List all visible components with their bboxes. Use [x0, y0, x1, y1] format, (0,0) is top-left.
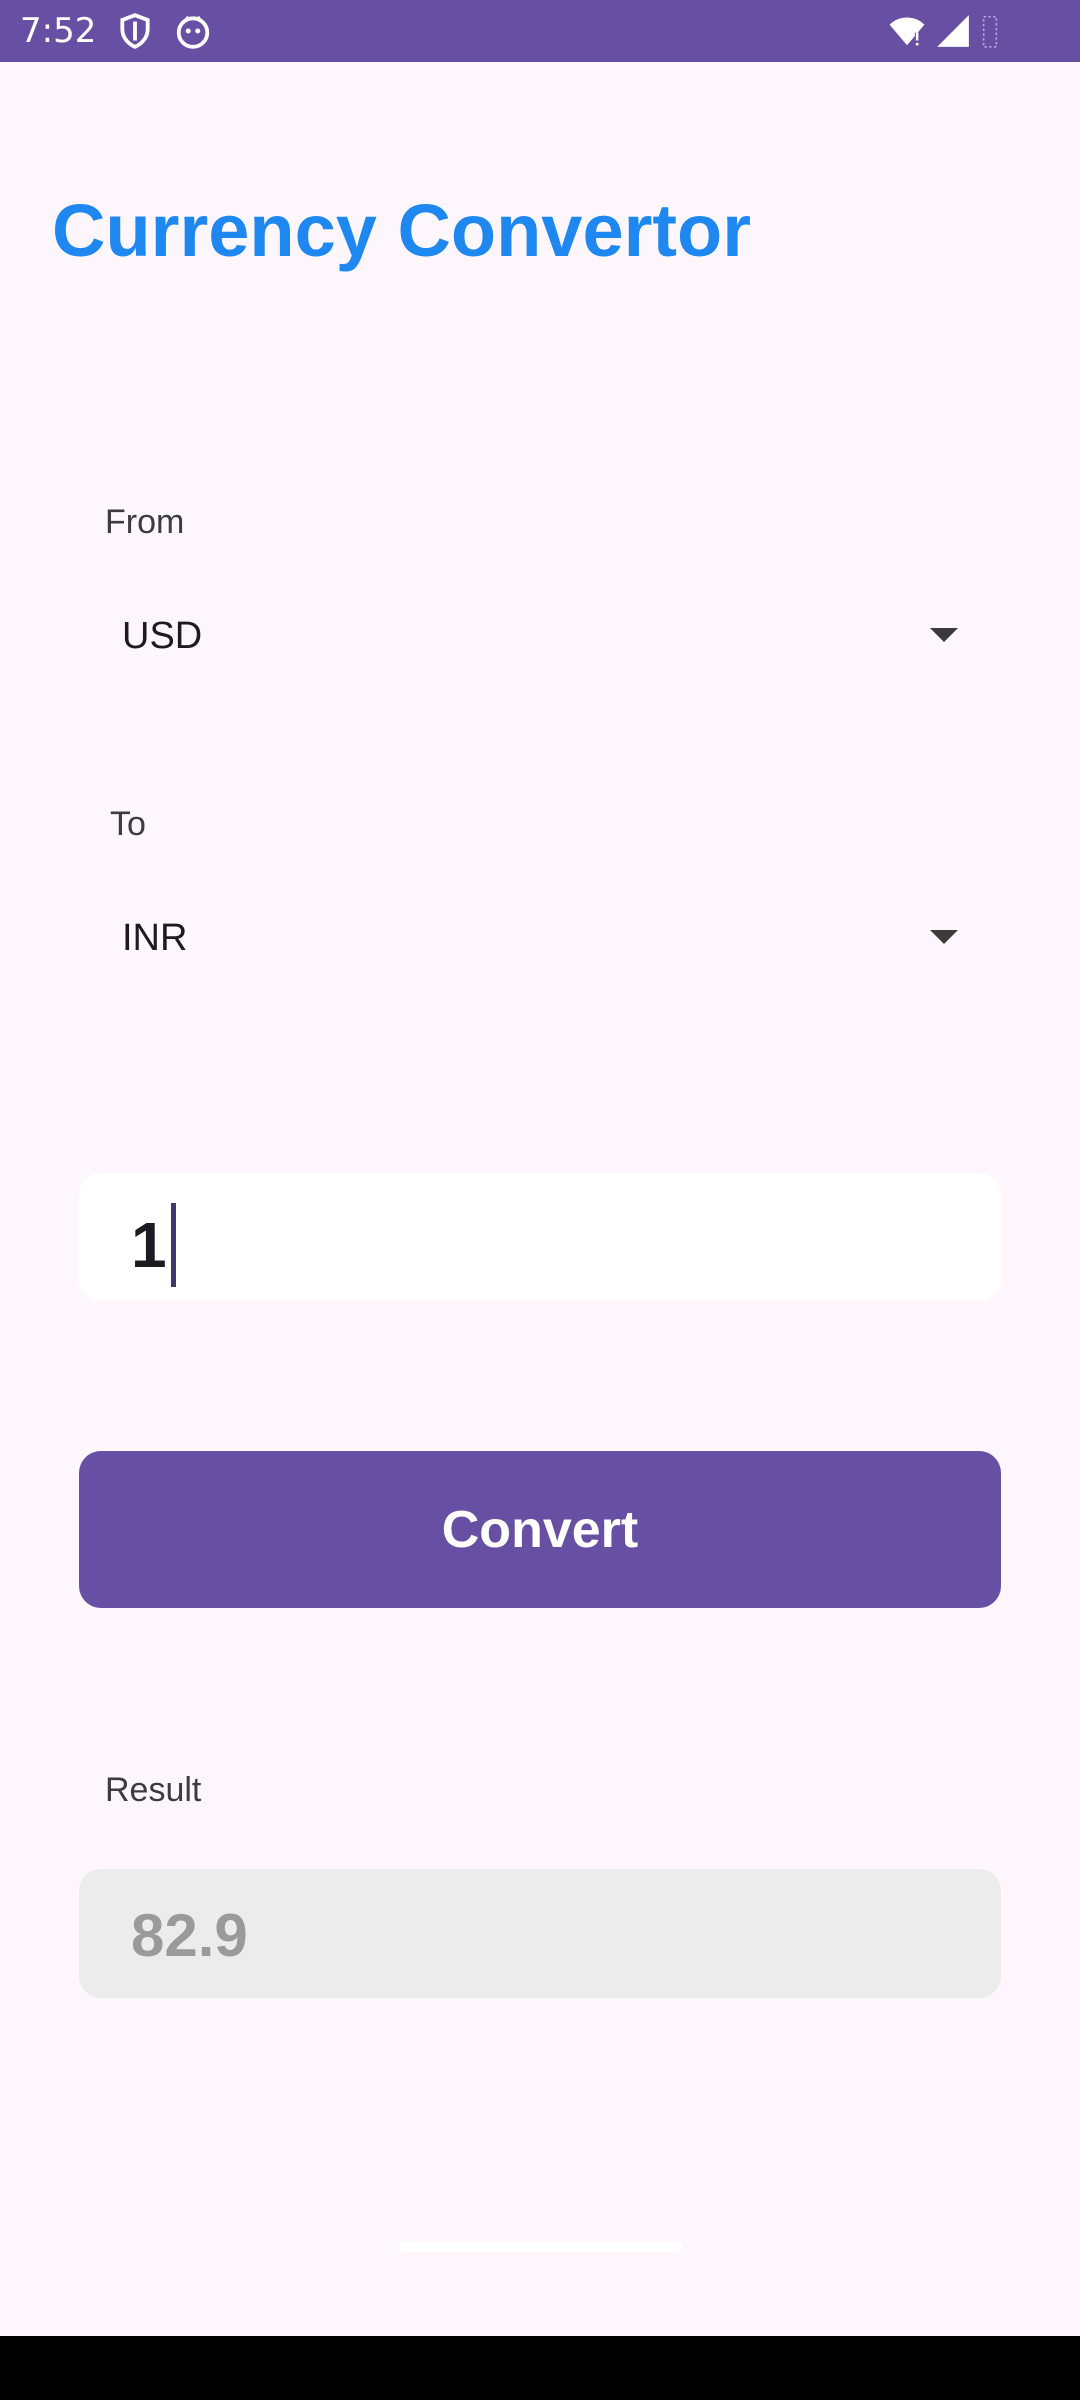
convert-button[interactable]: Convert: [79, 1451, 1001, 1608]
amount-value: 1: [131, 1209, 167, 1281]
from-currency-dropdown[interactable]: USD: [104, 592, 984, 682]
to-currency-dropdown[interactable]: INR: [104, 894, 984, 984]
face-icon: [174, 12, 212, 50]
status-time: 7:52: [20, 11, 97, 51]
text-cursor: [170, 1203, 176, 1287]
dropdown-arrow-icon: [930, 930, 958, 944]
battery-icon: [980, 12, 1000, 50]
from-label: From: [105, 503, 185, 541]
signal-icon: [934, 12, 972, 50]
page-title: Currency Convertor: [52, 189, 752, 272]
to-label: To: [110, 805, 146, 843]
amount-field: 1: [131, 1203, 176, 1287]
wifi-icon: [888, 12, 926, 50]
from-currency-value: USD: [122, 615, 203, 657]
shield-icon: [116, 12, 154, 50]
navigation-bar: [0, 2336, 1080, 2400]
status-bar: 7:52: [0, 0, 1080, 62]
home-gesture-handle[interactable]: [398, 2242, 682, 2252]
amount-input[interactable]: 1: [79, 1173, 1001, 1301]
result-value: 82.9: [131, 1902, 248, 1969]
result-field: 82.9: [79, 1869, 1001, 1998]
dropdown-arrow-icon: [930, 628, 958, 642]
result-label: Result: [105, 1771, 202, 1809]
to-currency-value: INR: [122, 917, 188, 959]
